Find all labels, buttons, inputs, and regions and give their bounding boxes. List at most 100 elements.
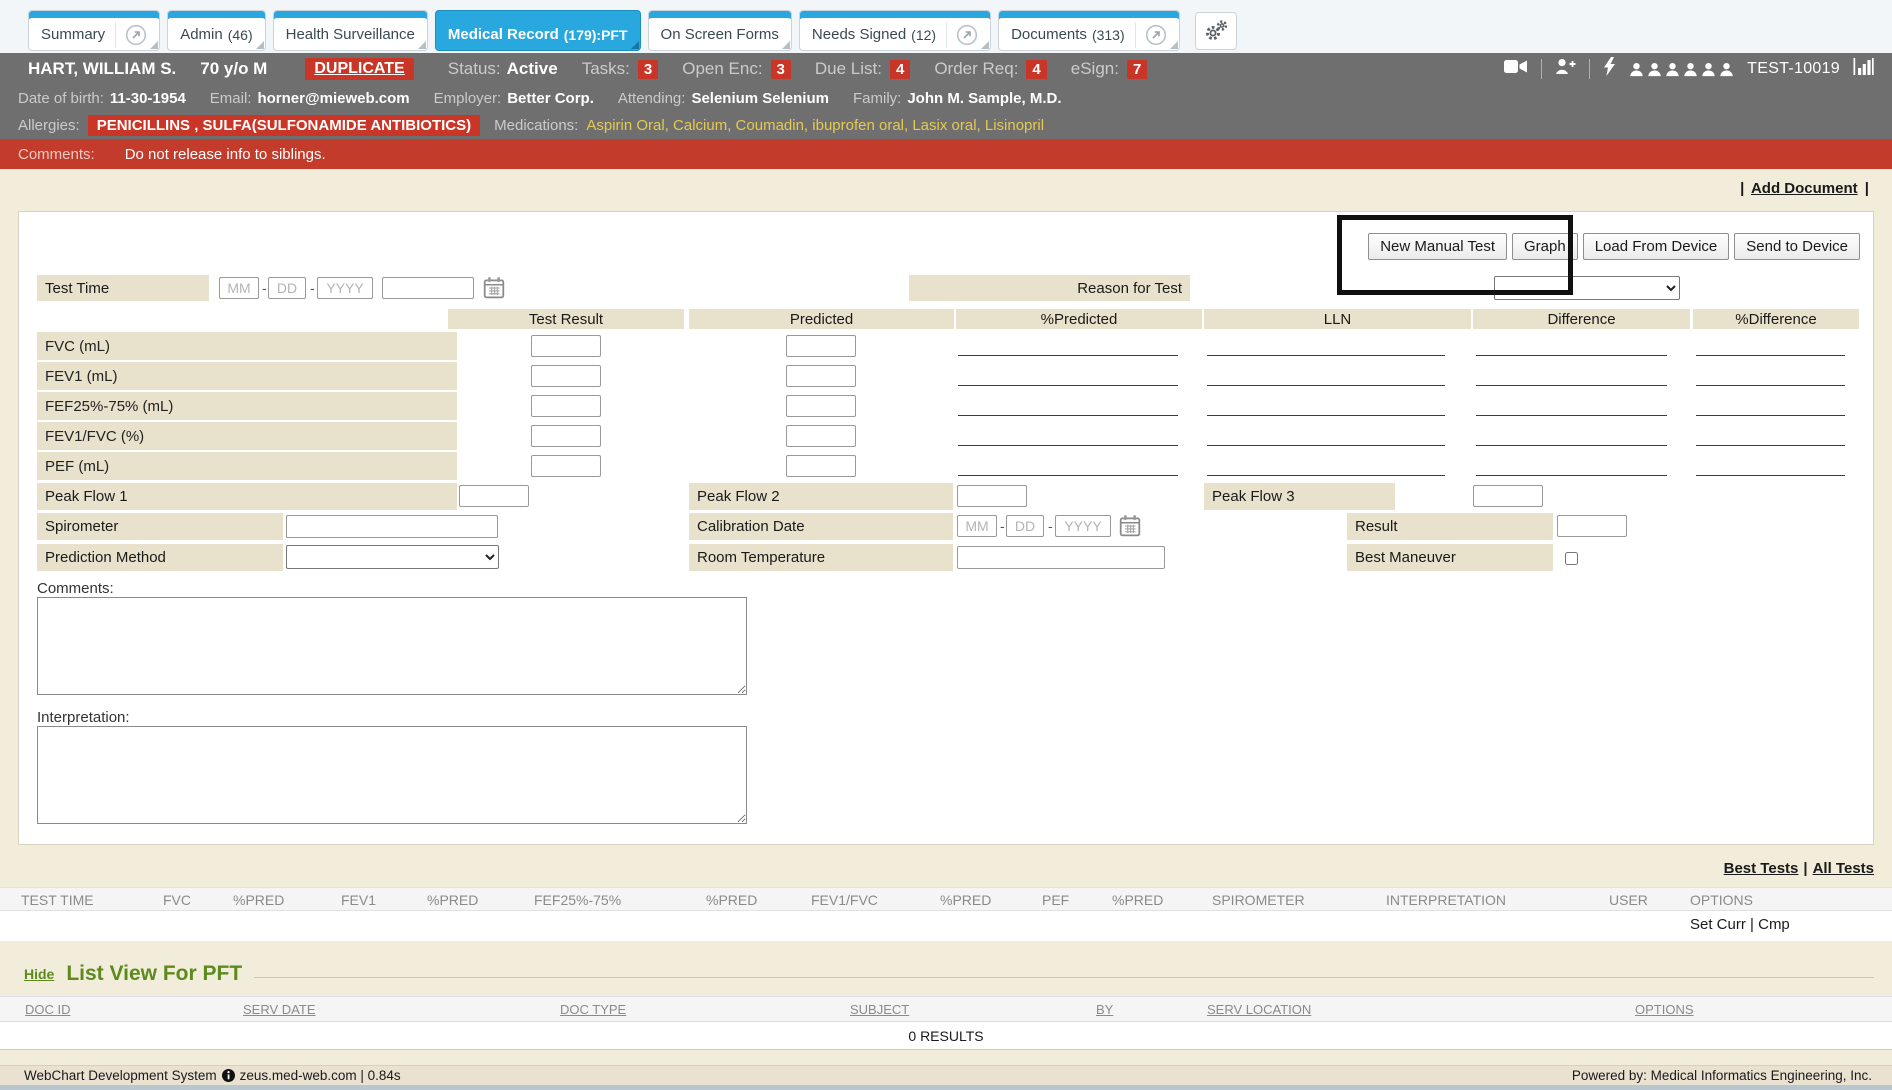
calendar-icon[interactable] xyxy=(483,276,505,299)
fvc-test-result-input[interactable] xyxy=(531,335,601,357)
blank-field xyxy=(1476,415,1667,416)
fev1-fvc-test-result-input[interactable] xyxy=(531,425,601,447)
fev1-predicted-input[interactable] xyxy=(786,365,856,387)
pft-toolbar: New Manual Test Graph Load From Device S… xyxy=(1368,233,1860,260)
new-manual-test-button[interactable]: New Manual Test xyxy=(1368,233,1507,260)
best-tests-link[interactable]: Best Tests xyxy=(1724,860,1799,877)
dob-value: 11-30-1954 xyxy=(110,90,186,107)
hide-link[interactable]: Hide xyxy=(24,966,54,982)
list-column-by[interactable]: BY xyxy=(1096,1002,1113,1017)
col-header-test-result: Test Result xyxy=(448,309,684,329)
patient-header: HART, WILLIAM S. 70 y/o M DUPLICATE Stat… xyxy=(0,53,1892,139)
medications-label: Medications: xyxy=(494,117,578,134)
tab-bar: Summary Admin (46) Health Surveillance M… xyxy=(0,0,1892,53)
list-column-serv-date[interactable]: SERV DATE xyxy=(243,1002,315,1017)
list-column-doc-id[interactable]: DOC ID xyxy=(25,1002,71,1017)
spirometer-input[interactable] xyxy=(286,515,498,538)
popout-icon[interactable] xyxy=(115,22,147,48)
tab-health-surveillance[interactable]: Health Surveillance xyxy=(273,10,428,51)
add-document-link[interactable]: Add Document xyxy=(1751,180,1858,197)
popout-icon[interactable] xyxy=(946,22,978,48)
esign-label: eSign: xyxy=(1071,59,1119,79)
tab-summary[interactable]: Summary xyxy=(28,10,160,51)
peak-flow-1-input[interactable] xyxy=(459,485,529,507)
test-time-mm-input[interactable] xyxy=(219,277,259,299)
results-column-header: INTERPRETATION xyxy=(1386,892,1506,908)
test-time-time-input[interactable] xyxy=(382,277,474,299)
load-from-device-button[interactable]: Load From Device xyxy=(1583,233,1730,260)
interpretation-label: Interpretation: xyxy=(37,709,130,726)
calibration-mm-input[interactable] xyxy=(957,515,997,537)
add-person-icon[interactable] xyxy=(1555,58,1576,80)
peak-flow-2-input[interactable] xyxy=(957,485,1027,507)
user-group[interactable] xyxy=(1629,62,1734,77)
calibration-yyyy-input[interactable] xyxy=(1055,515,1111,537)
tab-documents[interactable]: Documents (313) xyxy=(998,10,1180,51)
result-label: Result xyxy=(1347,513,1553,540)
test-time-yyyy-input[interactable] xyxy=(317,277,373,299)
popout-icon[interactable] xyxy=(1135,22,1167,48)
col-header-predicted: Predicted xyxy=(689,309,954,329)
send-to-device-button[interactable]: Send to Device xyxy=(1734,233,1860,260)
blank-field xyxy=(1696,475,1845,476)
calibration-dd-input[interactable] xyxy=(1006,515,1044,537)
prediction-method-select[interactable] xyxy=(286,545,499,569)
list-column-options[interactable]: OPTIONS xyxy=(1635,1002,1694,1017)
settings-gear-icon[interactable] xyxy=(1195,12,1237,50)
order-req-badge[interactable]: 4 xyxy=(1026,60,1046,79)
add-document-row: | Add Document | xyxy=(1737,180,1872,197)
calendar-icon[interactable] xyxy=(1119,514,1141,537)
chart-icon[interactable] xyxy=(1853,58,1874,80)
lightning-icon[interactable] xyxy=(1603,57,1616,81)
pef-predicted-input[interactable] xyxy=(786,455,856,477)
room-temperature-input[interactable] xyxy=(957,546,1165,569)
graph-button[interactable]: Graph xyxy=(1512,233,1578,260)
fev1-test-result-input[interactable] xyxy=(531,365,601,387)
results-column-header: %PRED xyxy=(1112,892,1163,908)
tab-admin[interactable]: Admin (46) xyxy=(167,10,265,51)
interpretation-textarea[interactable] xyxy=(37,726,747,824)
fef-predicted-input[interactable] xyxy=(786,395,856,417)
info-icon[interactable] xyxy=(222,1069,235,1082)
room-temperature-label: Room Temperature xyxy=(689,544,953,571)
tab-needs-signed[interactable]: Needs Signed (12) xyxy=(799,10,991,51)
tab-label: Health Surveillance xyxy=(286,26,415,43)
list-column-serv-location[interactable]: SERV LOCATION xyxy=(1207,1002,1311,1017)
esign-badge[interactable]: 7 xyxy=(1127,60,1147,79)
set-curr-link[interactable]: Set Curr xyxy=(1690,916,1746,933)
status-value: Active xyxy=(507,59,558,79)
tab-count: (179):PFT xyxy=(564,27,628,43)
empty-results-text: 0 RESULTS xyxy=(908,1028,983,1044)
blank-field xyxy=(958,475,1178,476)
comments-bar: Comments: Do not release info to sibling… xyxy=(0,139,1892,169)
tab-medical-record[interactable]: Medical Record (179):PFT xyxy=(435,10,641,51)
duplicate-badge[interactable]: DUPLICATE xyxy=(305,58,413,80)
list-column-subject[interactable]: SUBJECT xyxy=(850,1002,909,1017)
tab-on-screen-forms[interactable]: On Screen Forms xyxy=(648,10,792,51)
reason-for-test-select[interactable] xyxy=(1494,276,1680,300)
peak-flow-3-input[interactable] xyxy=(1473,485,1543,507)
cmp-link[interactable]: Cmp xyxy=(1758,916,1790,933)
best-maneuver-checkbox[interactable] xyxy=(1565,552,1578,565)
results-column-header: TEST TIME xyxy=(21,892,94,908)
fvc-predicted-input[interactable] xyxy=(786,335,856,357)
pef-test-result-input[interactable] xyxy=(531,455,601,477)
peak-flow-1-label: Peak Flow 1 xyxy=(37,483,457,510)
video-camera-icon[interactable] xyxy=(1504,59,1528,79)
table-row-fef: FEF25%-75% (mL) xyxy=(19,392,1875,420)
due-list-badge[interactable]: 4 xyxy=(890,60,910,79)
fef-test-result-input[interactable] xyxy=(531,395,601,417)
comments-textarea[interactable] xyxy=(37,597,747,695)
allergies-badge[interactable]: PENICILLINS , SULFA(SULFONAMIDE ANTIBIOT… xyxy=(88,115,480,136)
results-column-header: FEV1 xyxy=(341,892,376,908)
test-time-dd-input[interactable] xyxy=(268,277,306,299)
open-enc-label: Open Enc: xyxy=(682,59,762,79)
fev1-fvc-predicted-input[interactable] xyxy=(786,425,856,447)
tab-label: On Screen Forms xyxy=(661,26,779,43)
all-tests-link[interactable]: All Tests xyxy=(1813,860,1874,877)
result-input[interactable] xyxy=(1557,515,1627,537)
blank-field xyxy=(958,385,1178,386)
list-column-doc-type[interactable]: DOC TYPE xyxy=(560,1002,626,1017)
tasks-badge[interactable]: 3 xyxy=(638,60,658,79)
open-enc-badge[interactable]: 3 xyxy=(771,60,791,79)
